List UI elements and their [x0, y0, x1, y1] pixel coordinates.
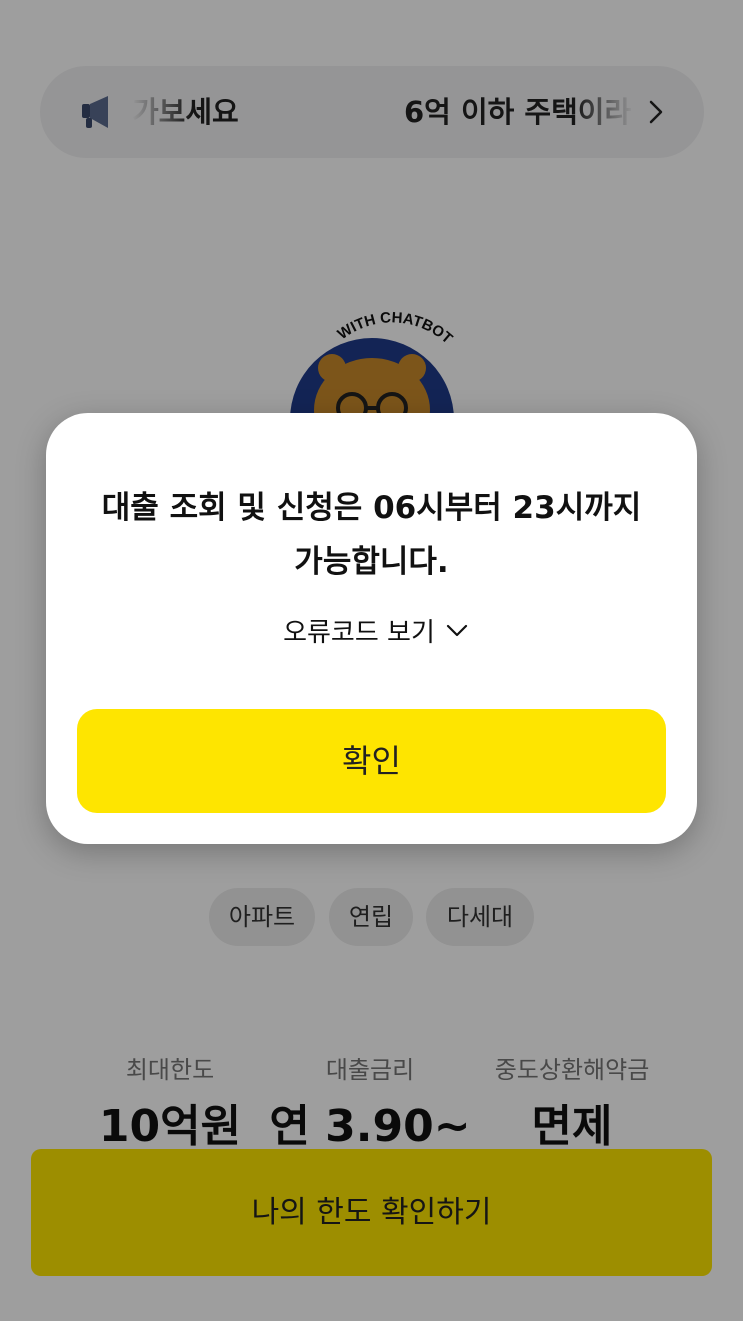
confirm-button[interactable]: 확인 [77, 709, 666, 813]
dialog-message-line1: 대출 조회 및 신청은 06시부터 23시까지 [101, 490, 642, 526]
service-hours-dialog: 대출 조회 및 신청은 06시부터 23시까지 가능합니다. 오류코드 보기 확… [46, 413, 697, 844]
chevron-down-icon [446, 624, 467, 637]
error-code-toggle-label: 오류코드 보기 [283, 617, 435, 648]
error-code-toggle[interactable]: 오류코드 보기 [246, 609, 506, 651]
dialog-message: 대출 조회 및 신청은 06시부터 23시까지 가능합니다. [66, 481, 677, 589]
dialog-message-line2: 가능합니다. [294, 544, 449, 580]
